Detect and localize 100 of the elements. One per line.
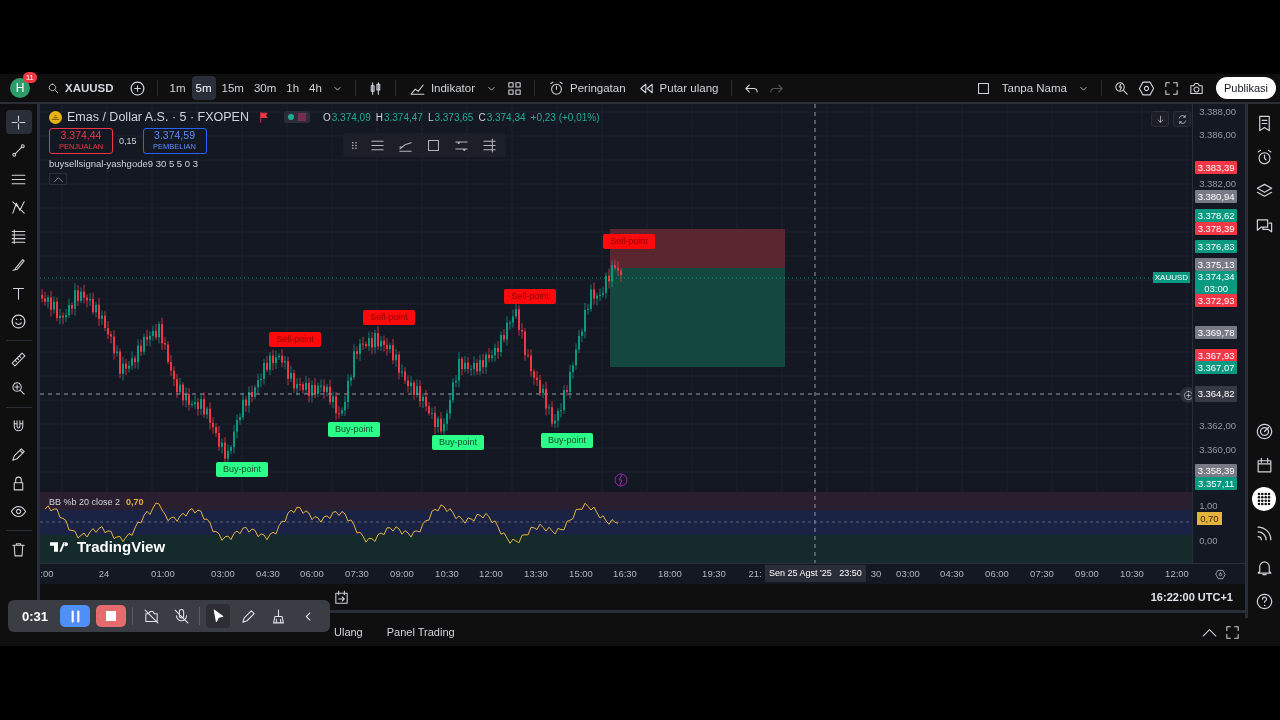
price-label: 3.376,83 (1195, 240, 1238, 253)
sell-signal-label: Sell-point (504, 289, 556, 304)
trash-icon (10, 541, 27, 558)
emoji-icon (10, 313, 27, 330)
buy-signal-label: Buy-point (541, 433, 593, 448)
oscillator-tick: 0,00 (1199, 534, 1218, 548)
price-label: 3.378,39 (1195, 222, 1238, 235)
time-tick: 16:30 (612, 568, 638, 579)
calendar-arrow-icon (333, 588, 350, 606)
products-button[interactable] (1251, 486, 1277, 512)
price-tick: 3.382,00 (1199, 177, 1237, 191)
panel-tab[interactable]: Ulang (334, 626, 375, 638)
oscillator-value-label: 0,70 (1197, 512, 1222, 525)
buy-signal-label: Buy-point (216, 462, 268, 477)
camera-off-icon (142, 607, 160, 625)
price-tick: 3.386,00 (1199, 128, 1237, 142)
crosshair-time-label: Sen 25 Agst '25 23:50 (765, 565, 866, 582)
clock: 16:22:00 UTC+1 (1150, 591, 1233, 603)
stop-button[interactable] (96, 605, 127, 627)
scroll-to-latest-button[interactable] (1151, 111, 1169, 127)
ohlc-value: L3.373,65 (427, 111, 474, 123)
trend-line-icon (10, 142, 27, 159)
search-icon (47, 81, 60, 95)
time-tick: 04:30 (939, 568, 965, 579)
crosshair-price-label: 3.364,82 (1195, 386, 1238, 402)
time-tick: 09:00 (389, 568, 415, 579)
sell-signal-label: Sell-point (269, 332, 321, 347)
settings-icon (1137, 79, 1155, 97)
time-tick: 04:30 (255, 568, 281, 579)
price-label: 3.383,39 (1195, 161, 1238, 174)
crosshair-tool[interactable] (5, 110, 32, 134)
crosshair-icon (10, 113, 27, 131)
time-tick: 07:30 (1029, 568, 1055, 579)
time-tick: 06:00 (984, 568, 1010, 579)
timeframe-button[interactable]: 1m (165, 76, 190, 100)
timeframe-button[interactable]: 5m (191, 76, 216, 100)
time-tick: 13:30 (523, 568, 549, 579)
price-label: 3.369,78 (1195, 326, 1238, 339)
time-tick: 12:00 (478, 568, 504, 579)
oscillator-tick: 1,00 (1199, 499, 1218, 513)
drag-handle-icon[interactable] (349, 139, 360, 151)
ohlc-value: H3.374,47 (375, 111, 423, 123)
indicator-label: buysellsignal-yashgode9 30 5 5 0 3 (49, 158, 198, 169)
collapse-button[interactable] (49, 173, 67, 185)
settings-icon (1214, 568, 1226, 580)
sync-button[interactable] (1173, 111, 1191, 127)
sync-icon (1176, 113, 1188, 125)
price-label: 3.358,39 (1195, 464, 1238, 477)
price-tick: 3.360,00 (1199, 443, 1237, 457)
time-tick: 18:00 (657, 568, 683, 579)
pause-button[interactable] (60, 605, 91, 627)
price-change: +0,23 (+0,01%) (530, 111, 600, 123)
watermark-text: TradingView (77, 538, 166, 555)
time-tick: :00 (39, 568, 55, 579)
time-tick: 09:00 (1074, 568, 1100, 579)
buy-signal-label: Buy-point (432, 435, 484, 450)
price-label: 3.375,13 (1195, 258, 1238, 271)
maximize-icon (1224, 623, 1241, 641)
grid-dots-icon (1252, 487, 1276, 511)
time-tick: 01:00 (150, 568, 176, 579)
market-status-icon (284, 111, 310, 123)
replay-button[interactable]: Putar ulang (632, 76, 724, 100)
timeframe-button[interactable]: 4h (305, 76, 326, 100)
price-tick: 3.362,00 (1199, 419, 1237, 433)
panel-tab[interactable]: Panel Trading (374, 626, 467, 638)
time-tick: 03:00 (210, 568, 236, 579)
coin-icon (49, 110, 62, 124)
time-tick: 03:00 (895, 568, 921, 579)
time-tick: 06:00 (299, 568, 325, 579)
grid-icon (506, 79, 523, 97)
symbol-search-button[interactable]: XAUUSD (42, 76, 124, 100)
eye-icon (10, 503, 27, 520)
ohlc-value: O3.374,09 (323, 111, 371, 123)
fullscreen-icon (1162, 79, 1180, 97)
layout-name-button[interactable]: Tanpa Nama (996, 76, 1072, 100)
recording-time: 0:31 (22, 608, 49, 624)
timeframe-button[interactable]: 1h (282, 76, 304, 100)
pointer-button[interactable] (206, 604, 231, 628)
timeframe-button[interactable]: 15m (217, 76, 248, 100)
add-alert-button[interactable] (1180, 387, 1193, 403)
pattern-icon (10, 199, 27, 216)
indicators-button[interactable]: Indikator (403, 76, 480, 100)
zoom-icon (10, 379, 27, 397)
target-icon (1254, 421, 1274, 441)
time-tick: 15:00 (568, 568, 594, 579)
microphone-off-icon (172, 607, 190, 625)
buy-signal-label: Buy-point (328, 422, 380, 437)
alerts-button[interactable]: Peringatan (543, 76, 631, 100)
time-tick: 12:00 (1164, 568, 1190, 579)
publish-button[interactable]: Publikasi (1215, 77, 1276, 99)
quick-search-icon (1112, 79, 1130, 97)
symbol-title: Emas / Dollar A.S. · 5 · FXOPEN (67, 110, 249, 124)
time-tick: 07:30 (344, 568, 370, 579)
timeframe-button[interactable]: 30m (249, 76, 281, 100)
price-label: 3.374,34 03:00 (1195, 271, 1238, 295)
sell-signal-label: Sell-point (363, 310, 415, 325)
time-tick: 24 (97, 568, 111, 579)
oscillator-legend: BB %b 20 close 2 (49, 497, 121, 507)
ruler-icon (10, 351, 27, 368)
sliders-icon (480, 136, 498, 154)
